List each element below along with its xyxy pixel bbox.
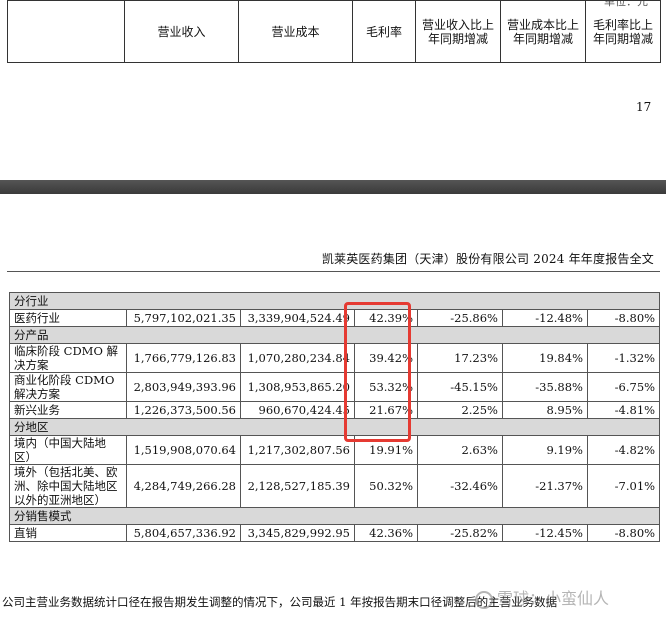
cost-change-cell: -12.45%	[502, 524, 588, 542]
row-name: 境内（中国大陆地区）	[9, 435, 127, 465]
margin-cell: 42.36%	[354, 524, 418, 542]
rev-change-cell: 17.23%	[417, 343, 503, 373]
row-name: 新兴业务	[9, 401, 127, 419]
table-row: 境内（中国大陆地区） 1,519,908,070.64 1,217,302,80…	[9, 435, 661, 465]
row-name: 直销	[9, 524, 127, 542]
cost-cell: 1,308,953,865.20	[240, 372, 355, 402]
row-name: 医药行业	[9, 309, 127, 327]
table-row: 直销 5,804,657,336.92 3,345,829,992.95 42.…	[9, 524, 661, 542]
watermark-text: 雪球：小蛮仙人	[497, 589, 610, 608]
section-title-industry: 分行业	[8, 292, 661, 310]
header-rule	[7, 271, 660, 272]
top-header-margin-change: 毛利率比上年同期增减	[585, 0, 661, 63]
cost-change-cell: -12.48%	[502, 309, 588, 327]
top-header-cost: 营业成本	[238, 0, 353, 63]
revenue-cell: 1,766,779,126.83	[126, 343, 241, 373]
section-title-region: 分地区	[8, 418, 661, 436]
revenue-cell: 4,284,749,266.28	[126, 464, 241, 508]
margin-change-cell: -4.81%	[586, 401, 661, 419]
cost-change-cell: 8.95%	[502, 401, 588, 419]
margin-change-cell: -7.01%	[586, 464, 661, 508]
cost-cell: 1,217,302,807.56	[240, 435, 355, 465]
cost-cell: 3,339,904,524.49	[240, 309, 355, 327]
section-title-sales-mode: 分销售模式	[8, 507, 661, 525]
page-divider	[0, 180, 666, 194]
margin-change-cell: -8.80%	[586, 309, 661, 327]
top-header-revenue: 营业收入	[124, 0, 239, 63]
rev-change-cell: 2.63%	[417, 435, 503, 465]
top-table-header: 营业收入 营业成本 毛利率 营业收入比上年同期增减 营业成本比上年同期增减 毛利…	[7, 0, 661, 63]
watermark-logo-icon	[475, 590, 493, 609]
rev-change-cell: -25.82%	[417, 524, 503, 542]
top-header-cost-change: 营业成本比上年同期增减	[500, 0, 586, 63]
revenue-cell: 5,797,102,021.35	[126, 309, 241, 327]
cost-cell: 3,345,829,992.95	[240, 524, 355, 542]
rev-change-cell: 2.25%	[417, 401, 503, 419]
row-name: 境外（包括北美、欧洲、除中国大陆地区以外的亚洲地区）	[9, 464, 127, 508]
cost-cell: 2,128,527,185.39	[240, 464, 355, 508]
footer-note: 公司主营业务数据统计口径在报告期发生调整的情况下，公司最近 1 年按报告期末口径…	[2, 595, 558, 609]
cost-change-cell: -35.88%	[502, 372, 588, 402]
margin-change-cell: -6.75%	[586, 372, 661, 402]
revenue-cell: 5,804,657,336.92	[126, 524, 241, 542]
table-row: 临床阶段 CDMO 解决方案 1,766,779,126.83 1,070,28…	[9, 343, 661, 373]
revenue-cell: 1,519,908,070.64	[126, 435, 241, 465]
main-business-table: 分行业 医药行业 5,797,102,021.35 3,339,904,524.…	[8, 292, 661, 542]
top-header-margin: 毛利率	[352, 0, 416, 63]
row-name: 临床阶段 CDMO 解决方案	[9, 343, 127, 373]
rev-change-cell: -45.15%	[417, 372, 503, 402]
revenue-cell: 1,226,373,500.56	[126, 401, 241, 419]
row-name: 商业化阶段 CDMO 解决方案	[9, 372, 127, 402]
watermark: 雪球：小蛮仙人	[475, 585, 609, 609]
page-number: 17	[636, 100, 652, 114]
rev-change-cell: -25.86%	[417, 309, 503, 327]
document-header: 凯莱英医药集团（天津）股份有限公司 2024 年年度报告全文	[321, 252, 654, 266]
table-row: 新兴业务 1,226,373,500.56 960,670,424.45 21.…	[9, 401, 661, 419]
revenue-cell: 2,803,949,393.96	[126, 372, 241, 402]
table-row: 境外（包括北美、欧洲、除中国大陆地区以外的亚洲地区） 4,284,749,266…	[9, 464, 661, 508]
top-header-blank	[7, 0, 125, 63]
margin-change-cell: -4.82%	[586, 435, 661, 465]
table-row: 医药行业 5,797,102,021.35 3,339,904,524.49 4…	[9, 309, 661, 327]
rev-change-cell: -32.46%	[417, 464, 503, 508]
margin-change-cell: -8.80%	[586, 524, 661, 542]
margin-cell: 50.32%	[354, 464, 418, 508]
table-row: 商业化阶段 CDMO 解决方案 2,803,949,393.96 1,308,9…	[9, 372, 661, 402]
top-header-rev-change: 营业收入比上年同期增减	[415, 0, 501, 63]
section-title-product: 分产品	[8, 326, 661, 344]
margin-highlight-box	[344, 302, 411, 442]
cost-cell: 960,670,424.45	[240, 401, 355, 419]
cost-change-cell: -21.37%	[502, 464, 588, 508]
cost-change-cell: 9.19%	[502, 435, 588, 465]
margin-change-cell: -1.32%	[586, 343, 661, 373]
cost-cell: 1,070,280,234.84	[240, 343, 355, 373]
cost-change-cell: 19.84%	[502, 343, 588, 373]
